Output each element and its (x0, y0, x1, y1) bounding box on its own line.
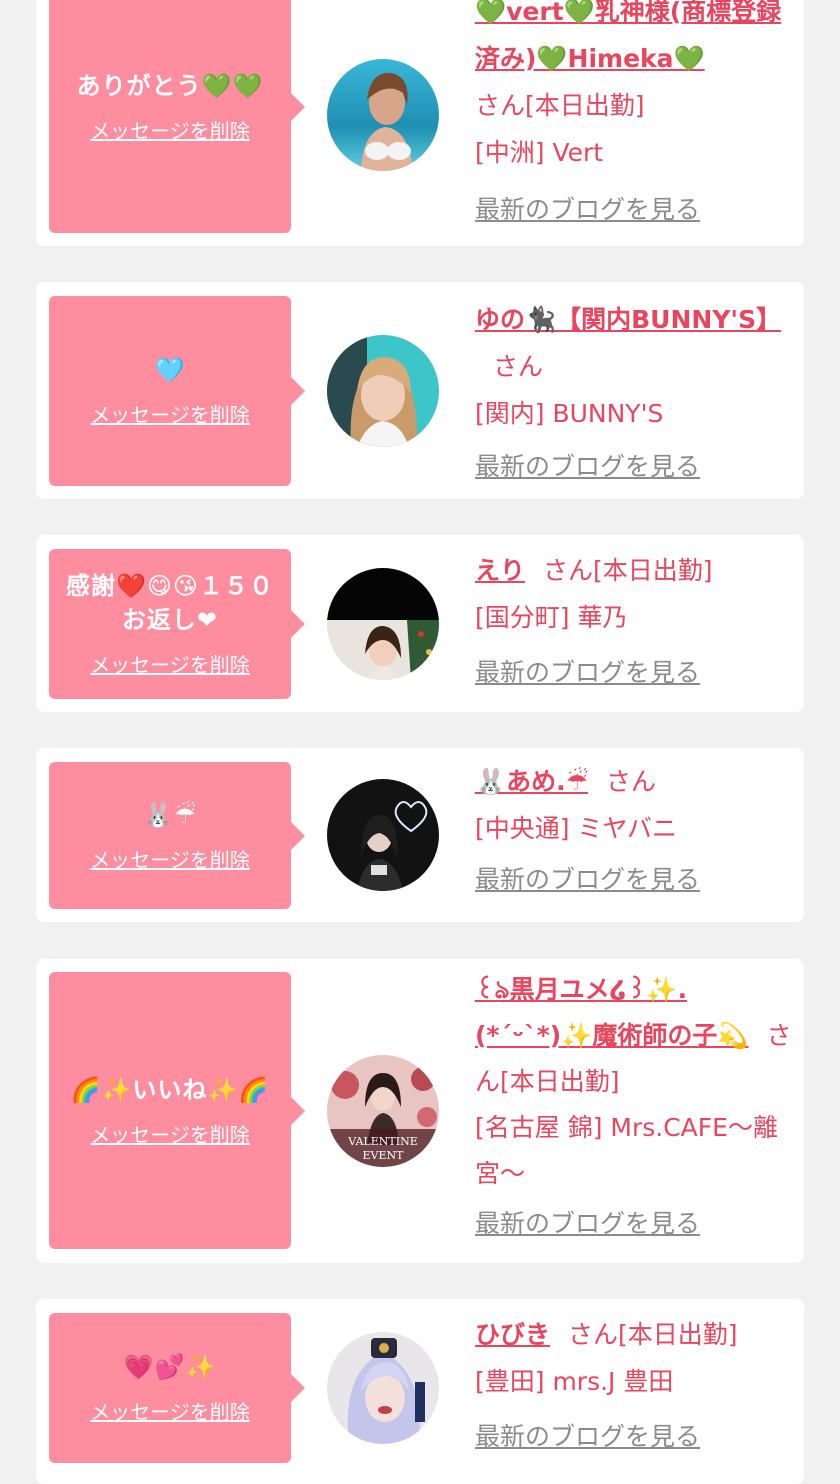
delete-message-link[interactable]: メッセージを削除 (90, 1398, 250, 1426)
message-text: 🌈✨いいね✨🌈 (70, 1075, 270, 1104)
avatar-blonde-photo-icon (327, 335, 439, 447)
avatar[interactable] (327, 335, 439, 447)
avatar-xmas-photo-icon (327, 568, 439, 680)
work-status: [本日出勤] (525, 91, 645, 120)
delete-message-link[interactable]: メッセージを削除 (90, 1121, 250, 1149)
avatar[interactable] (327, 1332, 439, 1444)
svg-text:VALENTINE: VALENTINE (347, 1135, 417, 1148)
honorific: さん (493, 352, 544, 381)
shop-name: [国分町] 華乃 (475, 603, 628, 632)
latest-blog-link[interactable]: 最新のブログを見る (475, 649, 793, 696)
honorific: さん (543, 556, 594, 585)
message-text: 🐰☔ (143, 800, 197, 829)
message-card: 🌈✨いいね✨🌈 メッセージを削除 VALENTINE EVENT ꒰ঌ黒月ユメ໒… (36, 959, 804, 1263)
message-text: 🩵 (154, 356, 186, 384)
message-bubble: ありがとう💚💚 メッセージを削除 (49, 0, 305, 233)
cast-name-link[interactable]: えり (475, 556, 525, 585)
avatar[interactable] (327, 59, 439, 171)
message-card: 🐰☔ メッセージを削除 🐰あめ.☔ さん [中央通] ミヤバニ 最新のブログを見る (36, 748, 804, 922)
cast-info: ひびき さん[本日出勤] [豊田] mrs.J 豊田 最新のブログを見る (475, 1311, 793, 1460)
avatar[interactable] (327, 568, 439, 680)
cast-name-link[interactable]: ꒰ঌ黒月ユメ໒꒱✨.(*ˊᵕˋ*)✨魔術師の子💫 (475, 975, 748, 1050)
work-status: [本日出勤] (500, 1067, 620, 1096)
cast-name-link[interactable]: 🐰あめ.☔ (475, 767, 588, 796)
avatar-silver-hair-photo-icon (327, 1332, 439, 1444)
honorific: さん (606, 767, 657, 796)
shop-name: [名古屋 錦] Mrs.CAFE〜離宮〜 (475, 1113, 778, 1188)
latest-blog-link[interactable]: 最新のブログを見る (475, 1413, 793, 1460)
cast-info: ꒰ঌ黒月ユメ໒꒱✨.(*ˊᵕˋ*)✨魔術師の子💫 さん[本日出勤] [名古屋 錦]… (475, 967, 793, 1247)
message-card: 感謝❤️😋😘１５０お返し❤ メッセージを削除 えり さん[本日出勤] [国分町] … (36, 535, 804, 712)
shop-name: [豊田] mrs.J 豊田 (475, 1367, 674, 1396)
message-card: 🩵 メッセージを削除 ゆの🐈‍⬛【関内BUNNY'S】さん [関内] BUNNY… (36, 282, 804, 499)
shop-name: [関内] BUNNY'S (475, 399, 664, 428)
message-bubble: 🐰☔ メッセージを削除 (49, 762, 305, 909)
shop-name: [中央通] ミヤバニ (475, 814, 677, 843)
delete-message-link[interactable]: メッセージを削除 (90, 846, 250, 874)
avatar-beach-photo-icon (327, 59, 439, 171)
message-bubble: 💗💕✨ メッセージを削除 (49, 1313, 305, 1463)
avatar-dark-heart-photo-icon (327, 779, 439, 891)
honorific: さん (475, 91, 526, 120)
cast-info: ゆの🐈‍⬛【関内BUNNY'S】さん [関内] BUNNY'S 最新のブログを見… (475, 296, 793, 490)
message-text: 感謝❤️😋😘１５０お返し❤ (66, 572, 274, 634)
message-card: ありがとう💚💚 メッセージを削除 💚vert💚乳神様(商標登録済み)💚Himek… (36, 0, 804, 246)
message-text: 💗💕✨ (123, 1353, 217, 1381)
delete-message-link[interactable]: メッセージを削除 (90, 651, 250, 679)
cast-info: えり さん[本日出勤] [国分町] 華乃 最新のブログを見る (475, 547, 793, 696)
shop-name: [中洲] Vert (475, 138, 604, 167)
honorific: さん (568, 1320, 619, 1349)
avatar[interactable] (327, 779, 439, 891)
latest-blog-link[interactable]: 最新のブログを見る (475, 186, 793, 233)
cast-name-link[interactable]: ひびき (475, 1320, 550, 1349)
work-status: [本日出勤] (618, 1320, 738, 1349)
latest-blog-link[interactable]: 最新のブログを見る (475, 856, 793, 903)
latest-blog-link[interactable]: 最新のブログを見る (475, 1201, 793, 1247)
work-status: [本日出勤] (593, 556, 713, 585)
delete-message-link[interactable]: メッセージを削除 (90, 401, 250, 429)
cast-info: 💚vert💚乳神様(商標登録済み)💚Himeka💚 さん[本日出勤] [中洲] … (475, 0, 793, 233)
message-bubble: 感謝❤️😋😘１５０お返し❤ メッセージを削除 (49, 549, 305, 699)
message-card: 💗💕✨ メッセージを削除 ひびき さん[本日出勤] [豊田] mrs.J 豊田 最… (36, 1299, 804, 1484)
cast-name-link[interactable]: ゆの🐈‍⬛【関内BUNNY'S】 (475, 305, 781, 334)
cast-name-link[interactable]: 💚vert💚乳神様(商標登録済み)💚Himeka💚 (475, 0, 781, 73)
avatar-valentine-photo-icon: VALENTINE EVENT (327, 1055, 439, 1167)
message-bubble: 🌈✨いいね✨🌈 メッセージを削除 (49, 972, 305, 1249)
message-text: ありがとう💚💚 (76, 71, 264, 100)
cast-info: 🐰あめ.☔ さん [中央通] ミヤバニ 最新のブログを見る (475, 758, 793, 903)
delete-message-link[interactable]: メッセージを削除 (90, 117, 250, 145)
avatar[interactable]: VALENTINE EVENT (327, 1055, 439, 1167)
svg-text:EVENT: EVENT (363, 1149, 405, 1162)
message-bubble: 🩵 メッセージを削除 (49, 296, 305, 486)
latest-blog-link[interactable]: 最新のブログを見る (475, 443, 793, 490)
